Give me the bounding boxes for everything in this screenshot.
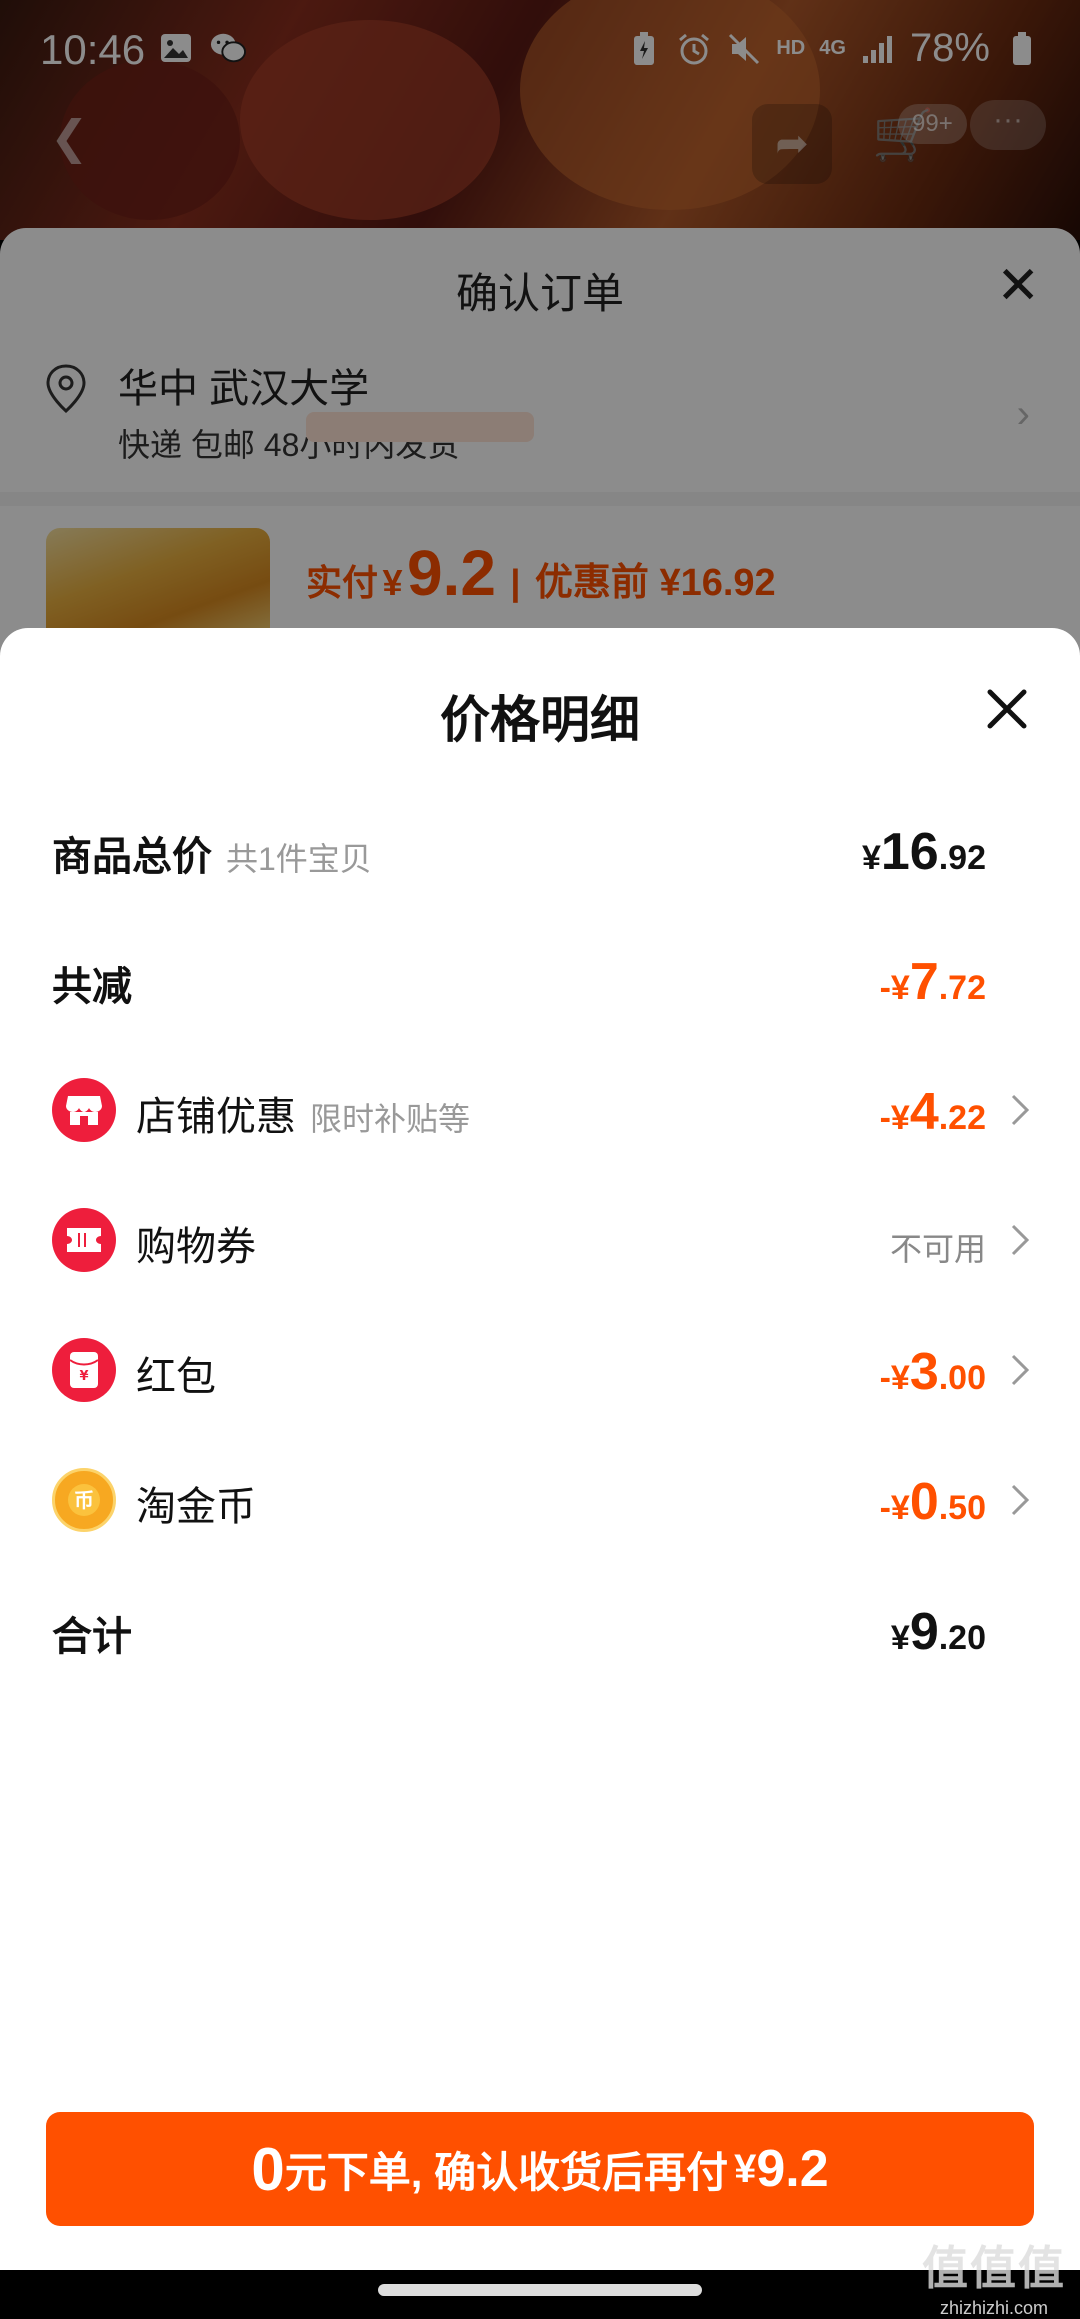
chevron-right-icon [1011, 1354, 1030, 1386]
cta-currency: ¥ [734, 2146, 757, 2191]
store-discount-label: 店铺优惠 限时补贴等 [136, 1095, 471, 1139]
place-order-button[interactable]: 0 元下单, 确认收货后再付 ¥ 9.2 [46, 2112, 1034, 2226]
store-discount-note: 限时补贴等 [310, 1101, 471, 1137]
total-row: 合计 ¥9.20 [52, 1586, 1032, 1676]
cta-amount: 9.2 [756, 2140, 829, 2198]
store-discount-amount: -¥4.22 [879, 1083, 986, 1141]
watermark-logo: 值值值 [922, 2242, 1066, 2294]
chevron-right-icon [1011, 1484, 1030, 1516]
gold-coin-amount: -¥0.50 [879, 1473, 986, 1531]
coupon-row[interactable]: 购物券 不可用 [52, 1196, 1032, 1286]
gold-coin-label: 淘金币 [136, 1485, 256, 1529]
coupon-status: 不可用 [889, 1231, 986, 1267]
item-count: 共1件宝贝 [226, 841, 372, 877]
site-watermark: 值值值 zhizhizhi.com [922, 2232, 1066, 2319]
system-nav-bar [0, 2270, 1080, 2316]
red-envelope-amount: -¥3.00 [879, 1343, 986, 1401]
store-discount-row[interactable]: 店铺优惠 限时补贴等 -¥4.22 [52, 1066, 1032, 1156]
coupon-icon [52, 1208, 116, 1272]
red-envelope-label: 红包 [136, 1355, 216, 1399]
chevron-right-icon [1011, 1094, 1030, 1126]
close-icon[interactable] [984, 686, 1030, 732]
chevron-right-icon [1011, 1224, 1030, 1256]
cta-zero: 0 [251, 2135, 285, 2203]
total-label: 合计 [52, 1615, 132, 1659]
total-discount-label: 共减 [52, 965, 132, 1009]
total-amount: ¥9.20 [890, 1603, 986, 1661]
gold-coin-icon: 币 [52, 1468, 116, 1532]
total-discount-amount: -¥7.72 [879, 953, 986, 1011]
price-detail-title: 价格明细 [440, 692, 640, 748]
red-envelope-row[interactable]: ¥ 红包 -¥3.00 [52, 1326, 1032, 1416]
total-discount-row: 共减 -¥7.72 [52, 936, 1032, 1026]
home-gesture-handle[interactable] [378, 2284, 702, 2296]
subtotal-amount: ¥16.92 [861, 823, 986, 881]
store-icon [52, 1078, 116, 1142]
svg-text:¥: ¥ [79, 1369, 88, 1384]
gold-coin-row[interactable]: 币 淘金币 -¥0.50 [52, 1456, 1032, 1546]
cta-text: 元下单, 确认收货后再付 [284, 2148, 729, 2196]
subtotal-label: 商品总价 共1件宝贝 [52, 835, 372, 879]
coupon-label: 购物券 [136, 1225, 256, 1269]
svg-text:币: 币 [74, 1488, 94, 1512]
red-envelope-icon: ¥ [52, 1338, 116, 1402]
price-detail-sheet: 价格明细 商品总价 共1件宝贝 ¥16.92 共减 -¥7.72 店铺优惠 限时补贴… [0, 628, 1080, 2270]
subtotal-row: 商品总价 共1件宝贝 ¥16.92 [52, 806, 1032, 896]
